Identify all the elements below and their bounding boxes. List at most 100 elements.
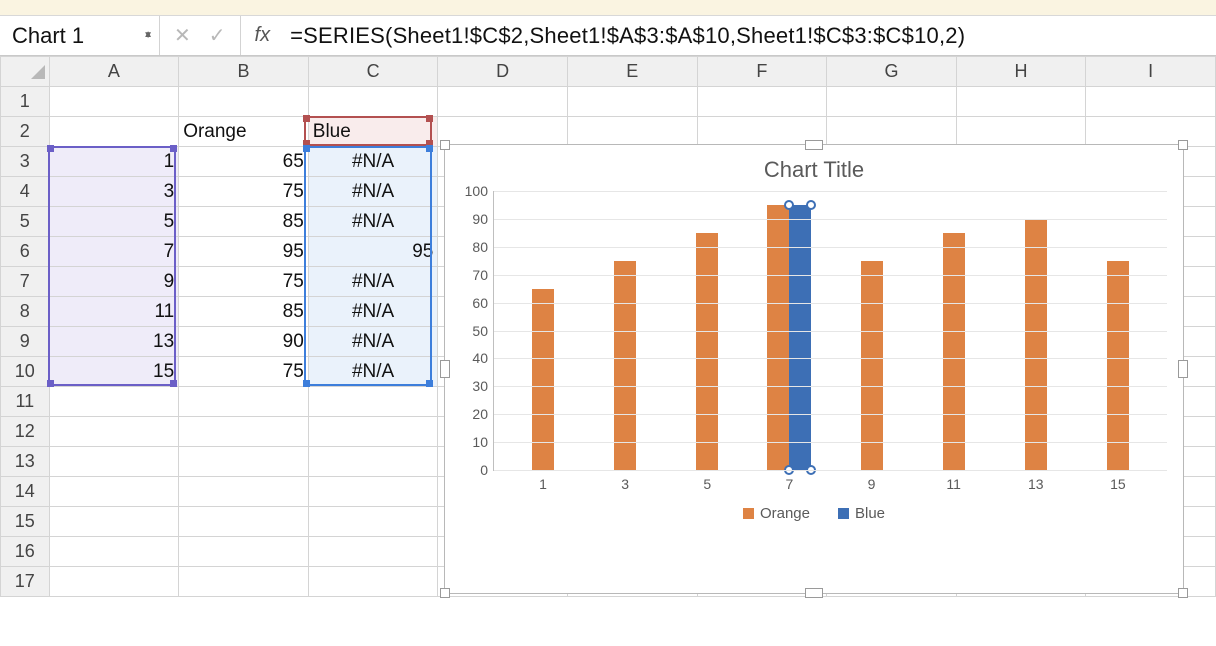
bar-orange[interactable]	[1107, 261, 1129, 470]
resize-handle[interactable]	[1178, 360, 1188, 378]
cell-A15[interactable]	[49, 507, 179, 537]
col-header-B[interactable]: B	[179, 57, 309, 87]
cell-B6[interactable]: 95	[179, 237, 309, 267]
cell-C9[interactable]: #N/A	[308, 327, 438, 357]
cell-B15[interactable]	[179, 507, 309, 537]
cell-B8[interactable]: 85	[179, 297, 309, 327]
row-header-5[interactable]: 5	[1, 207, 50, 237]
cell-A9[interactable]: 13	[49, 327, 179, 357]
cell-D1[interactable]	[438, 87, 568, 117]
name-box-stepper[interactable]: ▲ ▼	[143, 35, 153, 36]
cell-C15[interactable]	[308, 507, 438, 537]
cell-A13[interactable]	[49, 447, 179, 477]
cell-A3[interactable]: 1	[49, 147, 179, 177]
cell-A10[interactable]: 15	[49, 357, 179, 387]
data-point-handle[interactable]	[784, 200, 794, 210]
chart-title[interactable]: Chart Title	[445, 145, 1183, 191]
cell-A16[interactable]	[49, 537, 179, 567]
cell-G2[interactable]	[827, 117, 957, 147]
cell-A17[interactable]	[49, 567, 179, 597]
cell-B3[interactable]: 65	[179, 147, 309, 177]
cell-C13[interactable]	[308, 447, 438, 477]
row-header-3[interactable]: 3	[1, 147, 50, 177]
bar-orange[interactable]	[696, 233, 718, 470]
col-header-E[interactable]: E	[567, 57, 697, 87]
chart-object[interactable]: Chart Title 13579111315 0102030405060708…	[444, 144, 1184, 594]
row-header-1[interactable]: 1	[1, 87, 50, 117]
cell-H1[interactable]	[956, 87, 1086, 117]
chart-plot-area[interactable]: 13579111315 0102030405060708090100	[493, 191, 1167, 471]
cell-A2[interactable]	[49, 117, 179, 147]
name-box[interactable]: Chart 1 ▲ ▼	[0, 16, 160, 55]
cell-C5[interactable]: #N/A	[308, 207, 438, 237]
row-header-6[interactable]: 6	[1, 237, 50, 267]
cell-A8[interactable]: 11	[49, 297, 179, 327]
row-header-9[interactable]: 9	[1, 327, 50, 357]
resize-handle[interactable]	[805, 140, 823, 150]
bar-orange[interactable]	[861, 261, 883, 470]
cell-I2[interactable]	[1086, 117, 1216, 147]
cell-A4[interactable]: 3	[49, 177, 179, 207]
row-header-14[interactable]: 14	[1, 477, 50, 507]
cell-C4[interactable]: #N/A	[308, 177, 438, 207]
cell-C11[interactable]	[308, 387, 438, 417]
confirm-icon[interactable]: ✓	[209, 23, 226, 48]
cell-A1[interactable]	[49, 87, 179, 117]
cell-H2[interactable]	[956, 117, 1086, 147]
formula-input[interactable]: =SERIES(Sheet1!$C$2,Sheet1!$A$3:$A$10,Sh…	[284, 16, 1216, 55]
bar-blue[interactable]	[789, 205, 811, 470]
cell-A6[interactable]: 7	[49, 237, 179, 267]
cell-B5[interactable]: 85	[179, 207, 309, 237]
cell-B9[interactable]: 90	[179, 327, 309, 357]
cell-E2[interactable]	[567, 117, 697, 147]
bar-orange[interactable]	[943, 233, 965, 470]
resize-handle[interactable]	[440, 140, 450, 150]
select-all-corner[interactable]	[1, 57, 50, 87]
cell-C7[interactable]: #N/A	[308, 267, 438, 297]
cell-B7[interactable]: 75	[179, 267, 309, 297]
row-header-17[interactable]: 17	[1, 567, 50, 597]
cell-C6[interactable]: 95	[308, 237, 438, 267]
cell-D2[interactable]	[438, 117, 568, 147]
cell-A11[interactable]	[49, 387, 179, 417]
col-header-G[interactable]: G	[827, 57, 957, 87]
cell-B14[interactable]	[179, 477, 309, 507]
legend-item-orange[interactable]: Orange	[743, 505, 810, 522]
resize-handle[interactable]	[440, 588, 450, 598]
cell-C3[interactable]: #N/A	[308, 147, 438, 177]
bar-orange[interactable]	[767, 205, 789, 470]
row-header-15[interactable]: 15	[1, 507, 50, 537]
data-point-handle[interactable]	[806, 200, 816, 210]
row-header-12[interactable]: 12	[1, 417, 50, 447]
col-header-C[interactable]: C	[308, 57, 438, 87]
row-header-16[interactable]: 16	[1, 537, 50, 567]
cell-I1[interactable]	[1086, 87, 1216, 117]
fx-label[interactable]: fx	[241, 16, 285, 55]
cell-B11[interactable]	[179, 387, 309, 417]
cell-B13[interactable]	[179, 447, 309, 477]
cell-A14[interactable]	[49, 477, 179, 507]
cell-F1[interactable]	[697, 87, 827, 117]
cell-A12[interactable]	[49, 417, 179, 447]
col-header-D[interactable]: D	[438, 57, 568, 87]
cell-C12[interactable]	[308, 417, 438, 447]
row-header-11[interactable]: 11	[1, 387, 50, 417]
cell-C10[interactable]: #N/A	[308, 357, 438, 387]
cell-A7[interactable]: 9	[49, 267, 179, 297]
bar-orange[interactable]	[614, 261, 636, 470]
cell-B17[interactable]	[179, 567, 309, 597]
legend-item-blue[interactable]: Blue	[838, 505, 885, 522]
cell-C8[interactable]: #N/A	[308, 297, 438, 327]
cell-C1[interactable]	[308, 87, 438, 117]
cell-B12[interactable]	[179, 417, 309, 447]
cell-B2[interactable]: Orange	[179, 117, 309, 147]
resize-handle[interactable]	[440, 360, 450, 378]
bar-orange[interactable]	[1025, 219, 1047, 470]
col-header-I[interactable]: I	[1086, 57, 1216, 87]
cell-B16[interactable]	[179, 537, 309, 567]
row-header-4[interactable]: 4	[1, 177, 50, 207]
row-header-10[interactable]: 10	[1, 357, 50, 387]
resize-handle[interactable]	[1178, 588, 1188, 598]
cell-B4[interactable]: 75	[179, 177, 309, 207]
row-header-7[interactable]: 7	[1, 267, 50, 297]
